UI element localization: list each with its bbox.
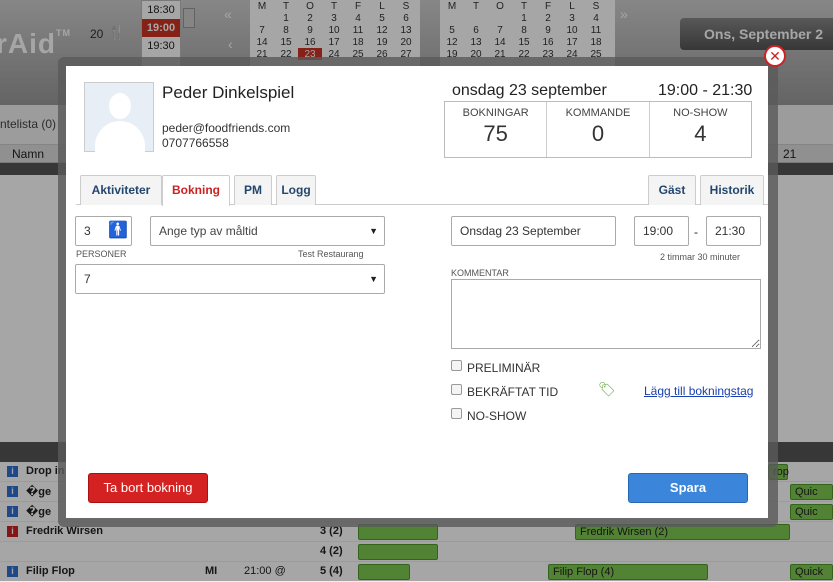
avatar [84, 82, 154, 153]
stat-label: BOKNINGAR [462, 107, 529, 119]
tab-pm[interactable]: PM [234, 175, 272, 205]
avatar-head [109, 93, 131, 119]
customer-name: Peder Dinkelspiel [162, 83, 295, 102]
stat-label: NO-SHOW [673, 107, 728, 119]
comment-textarea[interactable] [451, 279, 761, 349]
tab-activities[interactable]: Aktiviteter [80, 175, 162, 205]
tag-add-icon[interactable]: 🏷 [598, 381, 616, 398]
close-icon: ✕ [769, 48, 781, 64]
stat-value: 75 [483, 121, 508, 146]
customer-email[interactable]: peder@foodfriends.com [162, 121, 290, 135]
booking-time-range: 19:00 - 21:30 [658, 82, 753, 99]
meal-type-select[interactable]: Ange typ av måltid ▼ [150, 216, 385, 246]
caret-down-icon: ▼ [369, 226, 378, 236]
end-time-input[interactable]: 21:30 [706, 216, 761, 246]
noshow-checkbox[interactable] [451, 408, 462, 419]
preliminary-label: PRELIMINÄR [467, 361, 541, 375]
comment-label: KOMMENTAR [451, 268, 509, 278]
caret-down-icon: ▼ [369, 274, 378, 284]
tab-bar: Aktiviteter Bokning PM Logg Gäst Histori… [76, 175, 768, 206]
confirmed-time-checkbox[interactable] [451, 384, 462, 395]
stat-upcoming: KOMMANDE 0 [547, 102, 650, 157]
tab-log[interactable]: Logg [276, 175, 316, 205]
table-select[interactable]: 7 ▼ [75, 264, 385, 294]
close-button[interactable]: ✕ [764, 45, 786, 67]
meal-type-value: Ange typ av måltid [159, 224, 258, 238]
stats-box: BOKNINGAR 75 KOMMANDE 0 NO-SHOW 4 [444, 101, 752, 158]
duration-label: 2 timmar 30 minuter [660, 252, 741, 262]
save-button[interactable]: Spara [628, 473, 748, 503]
confirmed-time-label: BEKRÄFTAT TID [467, 385, 559, 399]
preliminary-checkbox[interactable] [451, 360, 462, 371]
avatar-body [95, 121, 145, 153]
persons-label: PERSONER [76, 249, 127, 259]
stat-value: 0 [591, 121, 605, 146]
stat-label: KOMMANDE [565, 107, 631, 119]
stat-bookings: BOKNINGAR 75 [445, 102, 548, 157]
start-time-input[interactable]: 19:00 [634, 216, 689, 246]
noshow-label: NO-SHOW [467, 409, 527, 423]
stat-noshow: NO-SHOW 4 [650, 102, 751, 157]
stat-value: 4 [694, 121, 707, 146]
booking-date-title: onsdag 23 september [452, 82, 607, 99]
customer-phone[interactable]: 0707766558 [162, 136, 229, 150]
tab-history[interactable]: Historik [700, 175, 764, 205]
restaurant-label: Test Restaurang [298, 249, 364, 259]
person-icon: 🚹 [108, 222, 128, 239]
tab-guest[interactable]: Gäst [648, 175, 696, 205]
delete-booking-button[interactable]: Ta bort bokning [88, 473, 208, 503]
add-booking-tag-link[interactable]: Lägg till bokningstag [644, 384, 753, 398]
tab-booking[interactable]: Bokning [162, 175, 230, 206]
table-value: 7 [84, 272, 91, 286]
date-input[interactable]: Onsdag 23 September [451, 216, 616, 246]
time-separator: - [694, 225, 698, 239]
